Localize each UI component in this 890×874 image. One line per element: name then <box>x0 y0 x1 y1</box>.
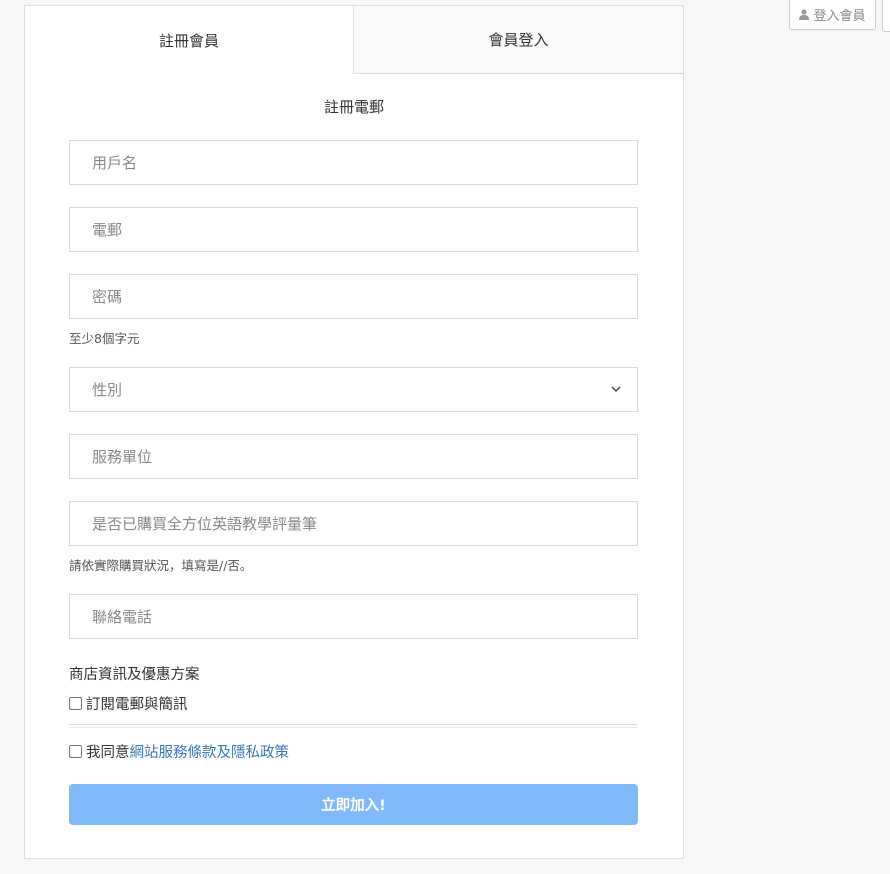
email-input[interactable] <box>92 208 637 251</box>
terms-link[interactable]: 網站服務條款及隱私政策 <box>130 741 290 762</box>
shop-section-label: 商店資訊及優惠方案 <box>69 667 200 683</box>
agree-checkbox[interactable] <box>69 745 82 758</box>
purchased-field[interactable] <box>69 501 638 546</box>
auth-tabs: 註冊會員 會員登入 <box>25 6 683 74</box>
phone-input[interactable] <box>92 595 637 638</box>
divider <box>69 724 638 728</box>
gender-select[interactable]: 性別 <box>69 367 638 412</box>
user-icon <box>799 9 810 20</box>
agree-row: 我同意 網站服務條款及隱私政策 <box>69 741 289 762</box>
username-field[interactable] <box>69 140 638 185</box>
member-login-button[interactable]: 登入會員 <box>789 0 876 30</box>
username-input[interactable] <box>92 141 637 184</box>
subscribe-label[interactable]: 訂閱電郵與簡訊 <box>86 693 188 714</box>
tab-register-label: 註冊會員 <box>158 31 219 50</box>
form-heading: 註冊電郵 <box>323 98 384 116</box>
member-login-label: 登入會員 <box>813 9 866 24</box>
registration-card: 註冊會員 會員登入 註冊電郵 至少8個字元 性別 <box>24 5 684 859</box>
agree-label[interactable]: 我同意 <box>86 741 130 762</box>
partial-header-button[interactable] <box>882 0 890 32</box>
submit-button[interactable]: 立即加入! <box>69 784 638 825</box>
chevron-down-icon <box>611 386 621 392</box>
email-field[interactable] <box>69 207 638 252</box>
gender-select-value: 性別 <box>92 381 123 399</box>
organization-input[interactable] <box>92 435 637 478</box>
organization-field[interactable] <box>69 434 638 479</box>
tab-register[interactable]: 註冊會員 <box>25 6 353 74</box>
purchased-help-text: 請依實際購買狀況，填寫是//否。 <box>69 558 253 573</box>
password-input[interactable] <box>92 275 637 318</box>
password-field[interactable] <box>69 274 638 319</box>
subscribe-row: 訂閱電郵與簡訊 <box>69 693 188 714</box>
password-help-text: 至少8個字元 <box>69 331 140 346</box>
purchased-input[interactable] <box>92 502 637 545</box>
tab-login-label: 會員登入 <box>488 31 549 49</box>
submit-label: 立即加入! <box>321 798 386 814</box>
page: 登入會員 註冊會員 會員登入 註冊電郵 至少8個字元 性別 <box>0 0 890 874</box>
subscribe-checkbox[interactable] <box>69 697 82 710</box>
tab-login[interactable]: 會員登入 <box>353 6 683 74</box>
phone-field[interactable] <box>69 594 638 639</box>
